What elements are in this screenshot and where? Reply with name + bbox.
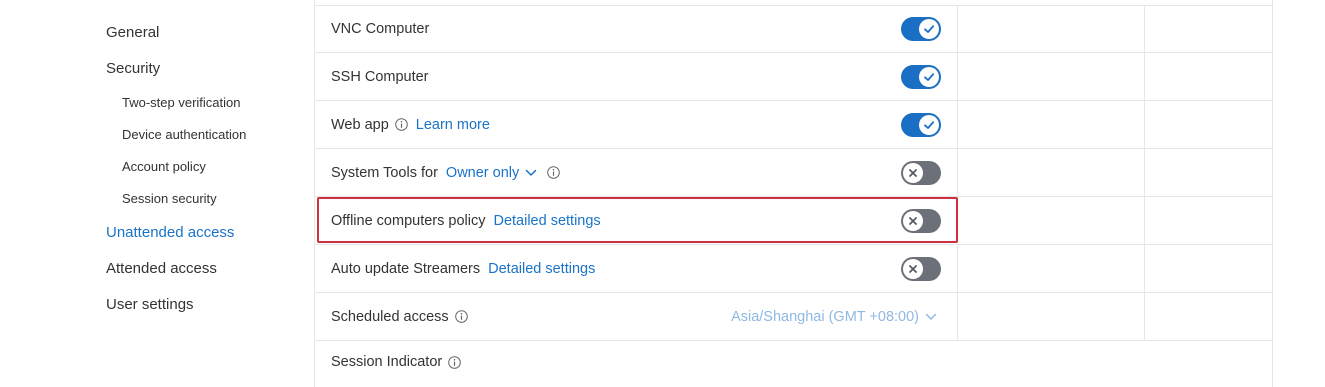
ssh-computer-toggle[interactable]: [901, 64, 941, 89]
offline-computers-policy-toggle[interactable]: [901, 208, 941, 233]
row-vnc-computer: VNC Computer: [315, 5, 1273, 53]
check-icon: [919, 19, 939, 39]
settings-sidebar: General Security Two-step verification D…: [0, 0, 314, 387]
scheduled-access-label: Scheduled access: [331, 308, 449, 325]
sidebar-item-unattended-access[interactable]: Unattended access: [106, 224, 234, 241]
learn-more-link[interactable]: Learn more: [416, 117, 490, 133]
info-icon[interactable]: [454, 310, 468, 323]
sidebar-item-session-security[interactable]: Session security: [122, 191, 217, 206]
info-icon[interactable]: [448, 355, 462, 369]
info-icon[interactable]: [547, 166, 561, 179]
sidebar-item-user-settings[interactable]: User settings: [106, 296, 194, 313]
sidebar-item-security[interactable]: Security: [106, 60, 160, 77]
row-session-indicator: Session Indicator: [315, 341, 1273, 387]
offline-detailed-settings-link[interactable]: Detailed settings: [493, 213, 600, 229]
ssh-computer-label: SSH Computer: [331, 68, 429, 85]
auto-update-detailed-settings-link[interactable]: Detailed settings: [488, 261, 595, 277]
close-icon: [903, 210, 923, 231]
auto-update-streamers-label: Auto update Streamers: [331, 260, 481, 277]
row-web-app: Web app Learn more: [315, 101, 1273, 149]
system-tools-dropdown-value: Owner only: [445, 164, 520, 181]
system-tools-toggle[interactable]: [901, 160, 941, 185]
offline-computers-policy-label: Offline computers policy: [331, 212, 486, 229]
chevron-down-icon: [525, 169, 537, 177]
vnc-computer-label: VNC Computer: [331, 21, 430, 37]
web-app-toggle[interactable]: [901, 112, 941, 137]
session-indicator-label: Session Indicator: [331, 354, 443, 370]
row-system-tools: System Tools for Owner only: [315, 149, 1273, 197]
sidebar-item-general[interactable]: General: [106, 24, 159, 41]
close-icon: [903, 162, 923, 183]
timezone-value: Asia/Shanghai (GMT +08:00): [731, 308, 919, 325]
vnc-computer-toggle[interactable]: [901, 17, 941, 41]
close-icon: [903, 258, 923, 279]
info-icon[interactable]: [394, 118, 408, 131]
system-tools-dropdown[interactable]: Owner only: [446, 165, 537, 181]
timezone-dropdown[interactable]: Asia/Shanghai (GMT +08:00): [731, 309, 937, 325]
check-icon: [919, 114, 939, 135]
web-app-label: Web app: [331, 116, 389, 133]
sidebar-item-device-authentication[interactable]: Device authentication: [122, 127, 246, 142]
row-auto-update-streamers: Auto update Streamers Detailed settings: [315, 245, 1273, 293]
chevron-down-icon: [925, 313, 937, 321]
sidebar-item-two-step-verification[interactable]: Two-step verification: [122, 95, 241, 110]
sidebar-item-account-policy[interactable]: Account policy: [122, 159, 206, 174]
settings-table: VNC Computer SSH Computer Web app Learn …: [314, 0, 1273, 387]
row-scheduled-access: Scheduled access Asia/Shanghai (GMT +08:…: [315, 293, 1273, 341]
row-ssh-computer: SSH Computer: [315, 53, 1273, 101]
sidebar-item-attended-access[interactable]: Attended access: [106, 260, 217, 277]
system-tools-label: System Tools for: [331, 164, 438, 181]
check-icon: [919, 66, 939, 87]
row-offline-computers-policy: Offline computers policy Detailed settin…: [315, 197, 1273, 245]
auto-update-streamers-toggle[interactable]: [901, 256, 941, 281]
